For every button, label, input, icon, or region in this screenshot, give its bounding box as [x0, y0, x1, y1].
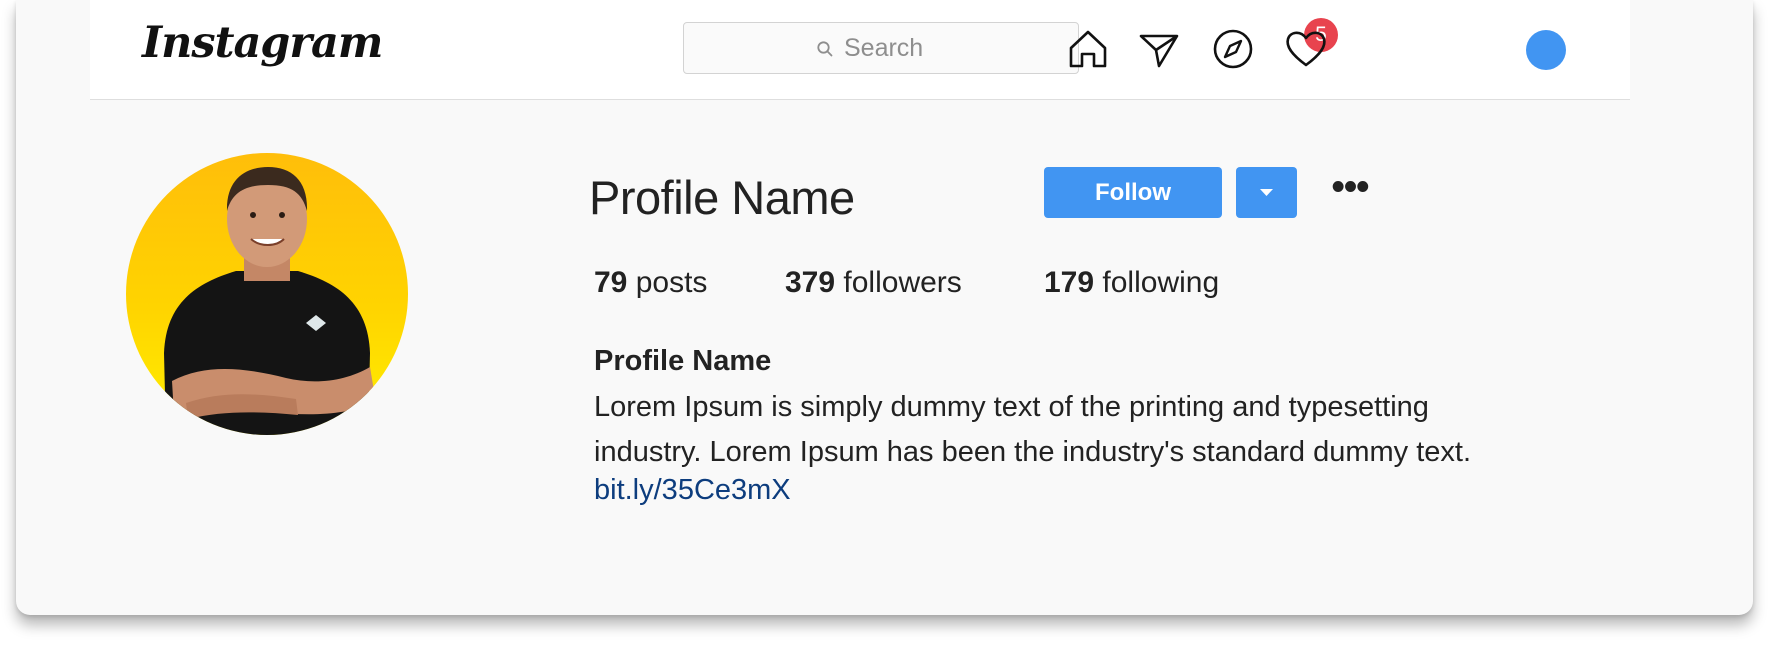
followers-count-stat[interactable]: 379 followers	[785, 266, 962, 300]
bio-text-line-1: Lorem Ipsum is simply dummy text of the …	[594, 391, 1429, 423]
posts-label: posts	[635, 266, 708, 299]
bio-website-link[interactable]: bit.ly/35Ce3mX	[594, 474, 791, 507]
explore-compass-icon[interactable]	[1210, 26, 1256, 72]
bio-display-name: Profile Name	[594, 345, 772, 377]
search-input[interactable]	[842, 31, 1066, 65]
search-box[interactable]	[683, 22, 1079, 74]
more-options-button[interactable]: •••	[1326, 168, 1374, 211]
direct-messages-icon[interactable]	[1137, 26, 1183, 72]
following-label: following	[1102, 266, 1220, 299]
bio-text: Lorem Ipsum is simply dummy text of the …	[594, 385, 1594, 475]
bio-text-line-2: industry. Lorem Ipsum has been the indus…	[594, 436, 1472, 468]
suggestions-dropdown-button[interactable]	[1236, 167, 1297, 218]
profile-username: Profile Name	[589, 171, 855, 224]
following-count-stat[interactable]: 179 following	[1044, 266, 1219, 300]
followers-count: 379	[785, 266, 836, 299]
activity-heart-icon[interactable]	[1283, 26, 1329, 72]
followers-label: followers	[843, 266, 962, 299]
instagram-logo[interactable]: Instagram	[142, 18, 383, 68]
following-count: 179	[1044, 266, 1095, 299]
chevron-down-icon	[1260, 189, 1273, 196]
search-icon	[817, 41, 833, 57]
profile-card: Instagram 5	[16, 0, 1753, 615]
posts-count: 79	[594, 266, 628, 299]
top-navigation-bar: Instagram 5	[90, 0, 1630, 100]
home-icon[interactable]	[1065, 26, 1111, 72]
profile-photo	[126, 153, 408, 435]
profile-avatar[interactable]	[1526, 30, 1566, 70]
posts-count-stat[interactable]: 79 posts	[594, 266, 707, 300]
follow-button[interactable]: Follow	[1044, 167, 1222, 218]
